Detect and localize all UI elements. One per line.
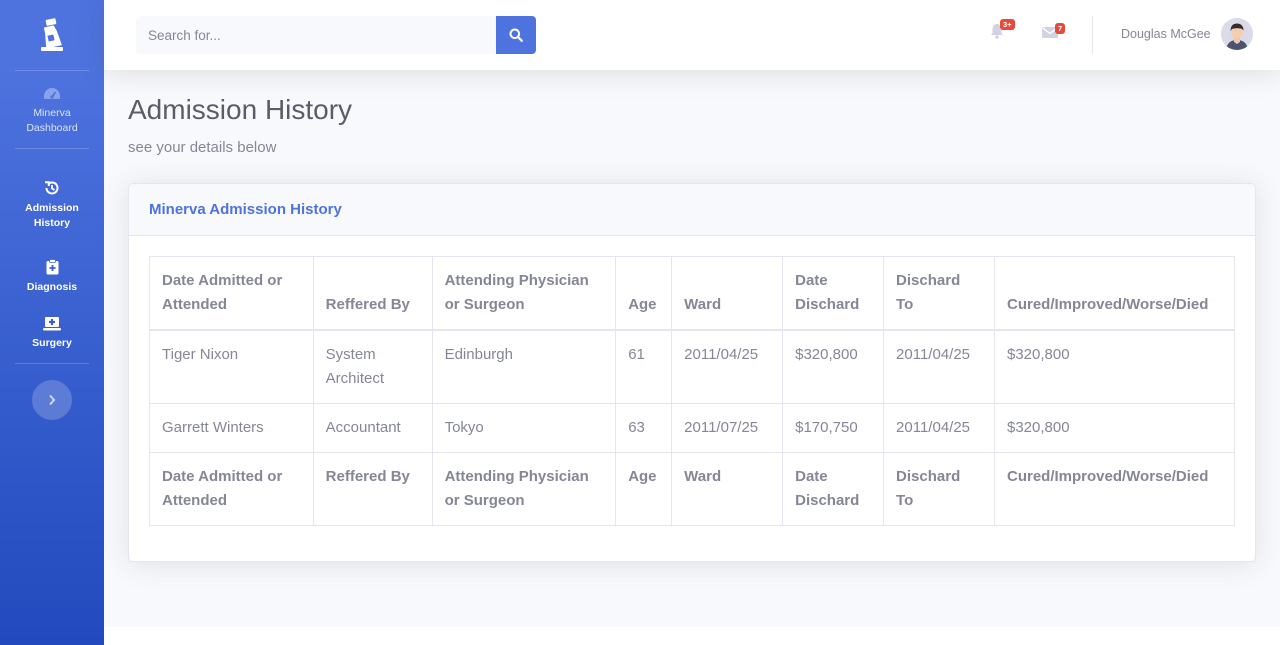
- sidebar-item-label: Diagnosis: [26, 281, 78, 293]
- search-icon: [509, 28, 523, 42]
- sidebar-brand[interactable]: [0, 0, 104, 70]
- sidebar-item-admission-history[interactable]: Admission History: [0, 149, 104, 231]
- column-footer: Age: [615, 452, 673, 526]
- page-title: Admission History: [128, 94, 353, 125]
- footer: [104, 627, 1280, 645]
- user-name: Douglas McGee: [1121, 27, 1211, 41]
- table-cell: 2011/07/25: [671, 403, 784, 453]
- page-subtitle: see your details below: [128, 139, 277, 156]
- main-content: Admission History see your details below…: [104, 70, 1280, 627]
- chevron-right-icon: [49, 394, 56, 406]
- user-menu[interactable]: Douglas McGee: [1121, 18, 1253, 50]
- column-footer: Ward: [671, 452, 784, 526]
- column-footer: Date Admitted or Attended: [149, 452, 314, 526]
- table-row: Garrett Winters Accountant Tokyo 63 2011…: [149, 403, 1236, 453]
- table-footer-row: Date Admitted or Attended Reffered By Att…: [149, 452, 1236, 526]
- column-header[interactable]: Age: [615, 256, 673, 331]
- table-cell: System Architect: [312, 329, 433, 404]
- table-row: Tiger Nixon System Architect Edinburgh 61…: [149, 329, 1236, 404]
- sidebar-item-label: History: [33, 217, 71, 229]
- card-header: Minerva Admission History: [129, 184, 1255, 236]
- table-cell: Garrett Winters: [149, 403, 314, 453]
- column-footer: Cured/Improved/Worse/Died: [993, 452, 1236, 526]
- column-header[interactable]: Ward: [671, 256, 784, 331]
- admission-table: Date Admitted or Attended Reffered By Att…: [149, 256, 1236, 526]
- table-cell: $320,800: [993, 329, 1236, 404]
- table-cell: 2011/04/25: [883, 403, 995, 453]
- column-header[interactable]: Dischard To: [883, 256, 995, 331]
- table-cell: 2011/04/25: [883, 329, 995, 404]
- sidebar-item-dashboard[interactable]: Minerva Dashboard: [0, 71, 104, 148]
- topbar-divider: [1092, 16, 1093, 54]
- topbar: 3+ 7 Douglas McGee: [104, 0, 1280, 70]
- medical-bottle-icon: [41, 18, 63, 51]
- table-cell: Edinburgh: [431, 329, 617, 404]
- search-input[interactable]: [136, 16, 496, 54]
- sidebar-item-label: Surgery: [32, 337, 72, 349]
- admission-history-card: Minerva Admission History Date Admitted …: [128, 183, 1256, 562]
- sidebar-item-label: Minerva: [33, 107, 71, 119]
- card-title: Minerva Admission History: [149, 201, 342, 218]
- column-footer: Dischard To: [883, 452, 995, 526]
- sidebar-item-label: Dashboard: [26, 122, 78, 134]
- table-cell: 61: [615, 329, 673, 404]
- clipboard-medical-icon: [46, 259, 58, 275]
- search-form: [136, 16, 536, 54]
- sidebar: Minerva Dashboard Admission History Diag…: [0, 0, 104, 645]
- sidebar-item-label: Admission: [25, 202, 79, 214]
- messages-button[interactable]: 7: [1042, 23, 1066, 44]
- table-cell: Tokyo: [431, 403, 617, 453]
- search-button[interactable]: [496, 16, 536, 54]
- table-cell: 63: [615, 403, 673, 453]
- column-header[interactable]: Cured/Improved/Worse/Died: [993, 256, 1236, 331]
- messages-count-badge: 7: [1055, 23, 1066, 34]
- alerts-count-badge: 3+: [1000, 19, 1015, 30]
- history-icon: [45, 181, 59, 195]
- sidebar-item-diagnosis[interactable]: Diagnosis: [0, 231, 104, 295]
- table-cell: Accountant: [312, 403, 433, 453]
- sidebar-item-surgery[interactable]: Surgery: [0, 295, 104, 363]
- column-footer: Reffered By: [312, 452, 433, 526]
- column-header[interactable]: Date Admitted or Attended: [149, 256, 314, 331]
- column-header[interactable]: Attending Physician or Surgeon: [431, 256, 617, 331]
- table-header-row: Date Admitted or Attended Reffered By Att…: [149, 256, 1236, 331]
- column-footer: Attending Physician or Surgeon: [431, 452, 617, 526]
- column-header[interactable]: Date Dischard: [782, 256, 885, 331]
- table-cell: 2011/04/25: [671, 329, 784, 404]
- column-header[interactable]: Reffered By: [312, 256, 433, 331]
- table-cell: $320,800: [782, 329, 885, 404]
- laptop-medical-icon: [43, 317, 61, 331]
- table-cell: Tiger Nixon: [149, 329, 314, 404]
- alerts-button[interactable]: 3+: [990, 19, 1015, 44]
- column-footer: Date Dischard: [782, 452, 885, 526]
- sidebar-toggle-button[interactable]: [32, 380, 72, 420]
- table-cell: $170,750: [782, 403, 885, 453]
- avatar: [1220, 18, 1253, 50]
- sidebar-divider: [15, 363, 89, 364]
- tachometer-icon: [44, 88, 60, 99]
- table-cell: $320,800: [993, 403, 1236, 453]
